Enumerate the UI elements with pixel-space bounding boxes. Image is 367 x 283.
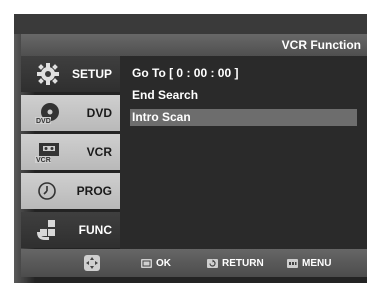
osd-header: VCR Function [21,34,367,56]
ok-hint: OK [141,257,171,269]
clock-icon [35,179,61,203]
sidebar-item-label: PROG [76,184,112,198]
return-key-icon [207,258,218,268]
sidebar: SETUP DVD DVD VCR VCR PROG FUNC [21,56,120,249]
dvd-disc-icon: DVD [35,101,61,125]
svg-text:DVD: DVD [36,118,51,125]
vcr-cassette-icon: VCR [35,140,61,164]
sidebar-item-label: VCR [86,145,112,159]
return-label: RETURN [222,257,264,269]
sidebar-item-dvd[interactable]: DVD DVD [21,95,120,131]
ok-key-icon [141,258,152,268]
menu-item-goto[interactable]: Go To [ 0 : 00 : 00 ] [132,65,238,82]
function-grid-icon [35,218,61,242]
sidebar-item-setup[interactable]: SETUP [21,56,120,92]
directional-pad-icon [83,254,101,277]
svg-text:VCR: VCR [36,157,51,164]
sidebar-item-func[interactable]: FUNC [21,212,120,248]
page-title: VCR Function [281,38,361,52]
bottom-bar: OK RETURN MENU [21,249,367,277]
menu-item-end-search[interactable]: End Search [132,87,198,104]
gear-icon [35,62,61,86]
sidebar-item-label: SETUP [71,67,112,81]
menu-hint: MENU [287,257,331,269]
sidebar-item-vcr[interactable]: VCR VCR [21,134,120,170]
menu-item-intro-scan[interactable]: Intro Scan [130,109,357,126]
content-panel: Go To [ 0 : 00 : 00 ] End Search Intro S… [120,56,367,249]
sidebar-item-label: FUNC [78,223,112,237]
menu-label: MENU [302,257,332,269]
sidebar-item-label: DVD [86,106,112,120]
sidebar-item-prog[interactable]: PROG [21,173,120,209]
ok-label: OK [156,257,171,269]
menu-key-icon [287,258,298,268]
top-strip [14,14,367,34]
return-hint: RETURN [207,257,264,269]
